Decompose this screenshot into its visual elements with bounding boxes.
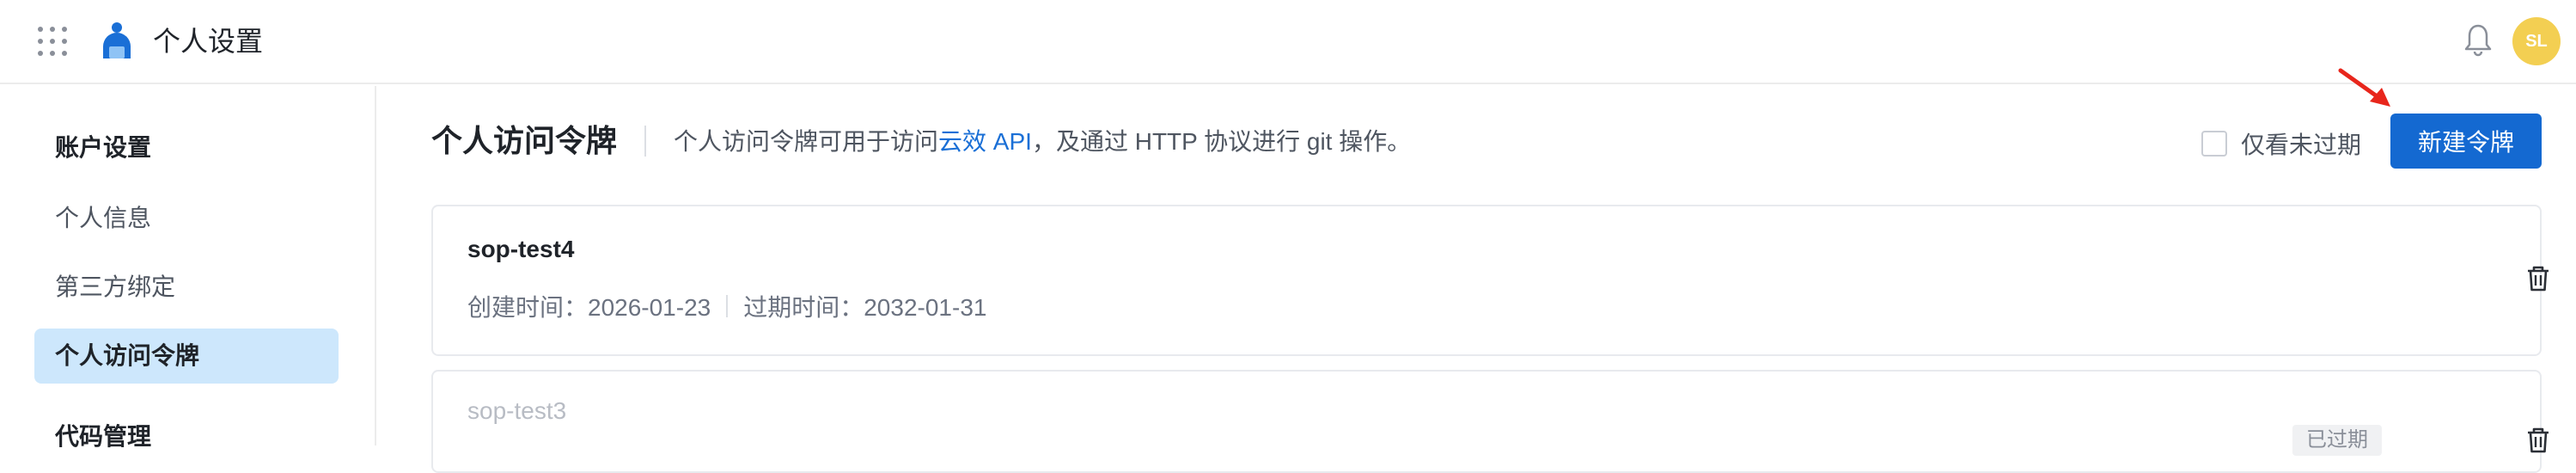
api-link[interactable]: 云效 API <box>938 128 1032 155</box>
description-prefix: 个人访问令牌可用于访问 <box>674 128 939 155</box>
unexpired-only-filter[interactable]: 仅看未过期 <box>2201 129 2361 158</box>
new-token-button[interactable]: 新建令牌 <box>2390 114 2542 169</box>
token-expire-time: 过期时间：2032-01-31 <box>743 294 987 321</box>
app-title: 个人设置 <box>153 26 264 57</box>
token-name: sop-test4 <box>467 236 575 262</box>
token-meta: 创建时间：2026-01-23 过期时间：2032-01-31 <box>467 289 986 323</box>
sidebar-item-personal-info[interactable]: 个人信息 <box>34 191 339 246</box>
sidebar: 账户设置 个人信息 第三方绑定 个人访问令牌 代码管理 <box>0 86 376 450</box>
sidebar-section-account: 账户设置 <box>55 134 152 161</box>
meta-divider <box>726 295 729 317</box>
unexpired-only-checkbox[interactable] <box>2201 131 2227 157</box>
top-bar: 个人设置 SL <box>0 0 2576 84</box>
delete-icon[interactable] <box>2521 261 2555 296</box>
token-name: sop-test3 <box>467 397 567 424</box>
bell-icon[interactable] <box>2463 22 2494 57</box>
page-title: 个人访问令牌 <box>431 123 618 158</box>
token-created-time: 创建时间：2026-01-23 <box>467 294 711 321</box>
logo-icon <box>103 22 131 58</box>
unexpired-only-label: 仅看未过期 <box>2241 132 2362 158</box>
token-card: sop-test3 已过期 <box>431 370 2549 473</box>
sidebar-item-personal-access-token[interactable]: 个人访问令牌 <box>34 329 339 384</box>
token-card: sop-test4 创建时间：2026-01-23 过期时间：2032-01-3… <box>431 205 2549 356</box>
apps-grid-icon[interactable] <box>38 27 69 58</box>
avatar[interactable]: SL <box>2512 17 2561 65</box>
title-divider <box>644 126 646 157</box>
expired-badge: 已过期 <box>2292 425 2382 456</box>
annotation-arrow-icon <box>2338 68 2390 107</box>
sidebar-section-code[interactable]: 代码管理 <box>55 418 151 452</box>
page-description: 个人访问令牌可用于访问云效 API，及通过 HTTP 协议进行 git 操作。 <box>674 126 1411 158</box>
delete-icon[interactable] <box>2521 423 2555 458</box>
sidebar-item-third-party-binding[interactable]: 第三方绑定 <box>34 260 339 315</box>
description-suffix: ，及通过 HTTP 协议进行 git 操作。 <box>1031 128 1412 155</box>
